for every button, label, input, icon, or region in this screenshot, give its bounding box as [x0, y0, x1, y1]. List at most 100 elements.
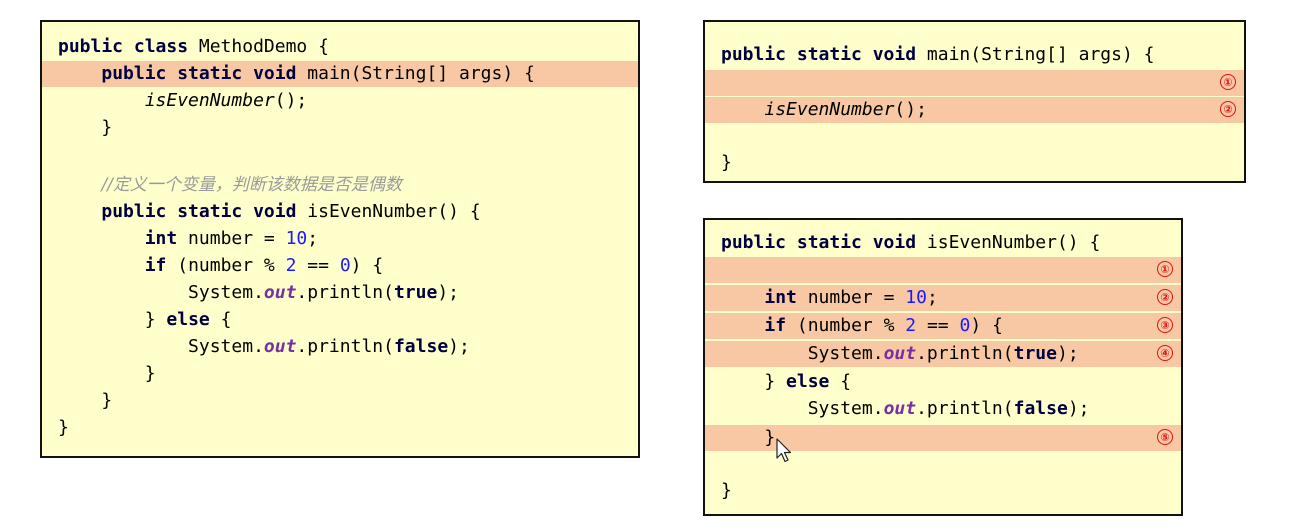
number-literal: 0 — [339, 255, 351, 276]
close-brace: } — [721, 480, 732, 501]
close-brace: } — [721, 152, 732, 173]
println-close: ); — [437, 282, 460, 303]
println-false-line: System.out.println(false); — [42, 334, 638, 360]
number-literal: 10 — [905, 287, 927, 308]
println-text: .println( — [296, 336, 394, 357]
method-signature: isEvenNumber() { — [916, 232, 1101, 253]
system-text: System. — [188, 336, 264, 357]
else-brace-open: } — [764, 371, 787, 392]
keyword: if — [144, 255, 167, 276]
step-marker-2: ② — [1157, 289, 1173, 305]
mouse-pointer-icon — [776, 438, 794, 468]
flow-step-2-line: isEvenNumber(); ② — [705, 97, 1244, 123]
number-literal: 2 — [905, 315, 917, 336]
out-field: out — [263, 282, 297, 303]
main-signature-line: public static void main(String[] args) { — [42, 61, 638, 87]
close-brace: } — [101, 390, 113, 411]
else-line: } else { — [42, 307, 638, 333]
step-marker-3: ③ — [1157, 317, 1173, 333]
else-line: } else { — [705, 369, 1181, 395]
if-condition: (number % — [786, 315, 906, 336]
int-declaration-line: int number = 10; — [42, 226, 638, 252]
step-marker-1: ① — [1220, 74, 1236, 90]
flow-step-4-line: System.out.println(true); ④ — [705, 341, 1181, 367]
keyword: if — [764, 315, 787, 336]
class-name: MethodDemo { — [188, 36, 329, 57]
keyword: public static void — [721, 44, 917, 65]
declaration: number = — [796, 287, 906, 308]
comment-line: //定义一个变量，判断该数据是否是偶数 — [42, 172, 638, 198]
method-signature-line: public static void isEvenNumber() { — [42, 199, 638, 225]
flow-step-2-line: int number = 10; ② — [705, 285, 1181, 311]
out-field: out — [263, 336, 297, 357]
keyword: public static void — [721, 232, 917, 253]
main-call-line: isEvenNumber(); — [42, 88, 638, 114]
println-text: .println( — [916, 343, 1014, 364]
println-true-line: System.out.println(true); — [42, 280, 638, 306]
if-close: ) { — [970, 315, 1003, 336]
iseven-method-flow-panel: public static void isEvenNumber() { ① in… — [703, 218, 1183, 516]
method-call: isEvenNumber — [764, 99, 895, 120]
close-brace: } — [764, 427, 776, 448]
close-brace: } — [144, 363, 156, 384]
keyword: public class — [58, 36, 189, 57]
else-brace: { — [829, 371, 852, 392]
println-close: ); — [1056, 343, 1079, 364]
keyword: false — [393, 336, 449, 357]
keyword: true — [393, 282, 438, 303]
println-close: ); — [1067, 398, 1090, 419]
flow-step-1-line: ① — [705, 70, 1244, 96]
if-close-line: } — [42, 361, 638, 387]
number-literal: 10 — [285, 228, 308, 249]
println-close: ); — [448, 336, 470, 357]
system-text: System. — [188, 282, 264, 303]
step-marker-4: ④ — [1157, 345, 1173, 361]
method-signature: isEvenNumber() { — [296, 201, 481, 222]
operator: == — [296, 255, 340, 276]
keyword: int — [144, 228, 178, 249]
method-demo-code-panel: public class MethodDemo { public static … — [40, 20, 640, 458]
keyword: public static void — [101, 63, 297, 84]
semicolon: ; — [307, 228, 319, 249]
class-declaration-line: public class MethodDemo { — [42, 34, 638, 60]
if-close: ) { — [350, 255, 384, 276]
main-signature: main(String[] args) { — [916, 44, 1155, 65]
class-close-line: } — [42, 415, 638, 441]
out-field: out — [883, 398, 917, 419]
step-marker-2: ② — [1220, 101, 1236, 117]
keyword: true — [1013, 343, 1057, 364]
step-marker-5: ⑤ — [1157, 429, 1173, 445]
method-close-line: } — [705, 478, 1181, 504]
call-suffix: (); — [894, 99, 927, 120]
system-text: System. — [807, 398, 884, 419]
out-field: out — [883, 343, 917, 364]
keyword: public static void — [101, 201, 297, 222]
if-line: if (number % 2 == 0) { — [42, 253, 638, 279]
main-signature: main(String[] args) { — [296, 63, 535, 84]
declaration: number = — [177, 228, 286, 249]
println-false-line: System.out.println(false); — [705, 396, 1181, 422]
main-close-line: } — [705, 150, 1244, 176]
call-suffix: (); — [274, 90, 308, 111]
method-signature-line: public static void isEvenNumber() { — [705, 230, 1181, 256]
main-method-flow-panel: public static void main(String[] args) {… — [703, 20, 1246, 183]
operator: == — [916, 315, 960, 336]
system-text: System. — [807, 343, 884, 364]
method-close-line: } — [42, 388, 638, 414]
code-comment: //定义一个变量，判断该数据是否是偶数 — [101, 175, 402, 195]
flow-step-3-line: if (number % 2 == 0) { ③ — [705, 313, 1181, 339]
close-brace: } — [58, 417, 69, 438]
keyword: int — [764, 287, 797, 308]
method-call: isEvenNumber — [144, 90, 275, 111]
keyword: false — [1013, 398, 1068, 419]
number-literal: 2 — [285, 255, 297, 276]
number-literal: 0 — [959, 315, 971, 336]
println-text: .println( — [296, 282, 394, 303]
else-brace: { — [209, 309, 232, 330]
step-marker-1: ① — [1157, 261, 1173, 277]
if-condition: (number % — [166, 255, 286, 276]
else-brace-open: } — [144, 309, 167, 330]
main-signature-line: public static void main(String[] args) { — [705, 42, 1244, 68]
println-text: .println( — [916, 398, 1014, 419]
flow-step-1-line: ① — [705, 257, 1181, 283]
